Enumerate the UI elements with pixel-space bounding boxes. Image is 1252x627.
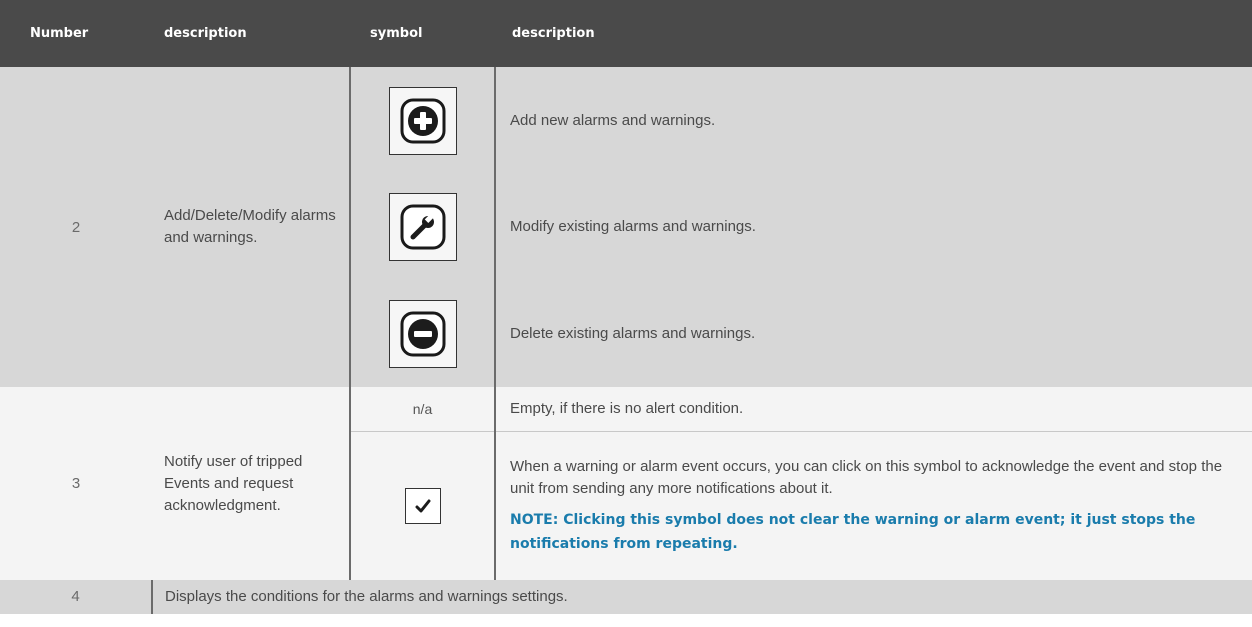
header-symbol-description: description [495, 0, 1252, 67]
table-row: 3 Notify user of tripped Events and requ… [0, 387, 1252, 580]
header-symbol: symbol [350, 0, 495, 67]
note-text: NOTE: Clicking this symbol does not clea… [510, 511, 1196, 552]
table-row: 2 Add/Delete/Modify alarms and warnings.… [0, 67, 1252, 387]
symbol-description: Modify existing alarms and warnings. [495, 174, 1252, 280]
symbol-description: Empty, if there is no alert condition. [495, 387, 1252, 431]
header-description: description [152, 0, 350, 67]
row-description: Notify user of tripped Events and reques… [152, 387, 350, 580]
table-header-row: Number description symbol description [0, 0, 1252, 67]
wrench-icon [388, 193, 457, 261]
symbol-description: Delete existing alarms and warnings. [495, 280, 1252, 387]
row-number: 4 [0, 580, 152, 614]
row-description: Displays the conditions for the alarms a… [151, 580, 1252, 614]
symbol-description: Add new alarms and warnings. [495, 67, 1252, 174]
symbol-cell [349, 67, 496, 174]
symbol-reference-table: Number description symbol description 2 … [0, 0, 1252, 614]
row-number: 3 [0, 387, 152, 580]
acknowledge-description: When a warning or alarm event occurs, yo… [510, 457, 1223, 497]
header-number: Number [0, 0, 152, 67]
minus-icon [388, 299, 457, 368]
checkmark-icon[interactable] [404, 487, 441, 524]
symbol-description-cell: When a warning or alarm event occurs, yo… [495, 430, 1252, 580]
row-description: Add/Delete/Modify alarms and warnings. [152, 67, 350, 387]
symbol-cell [349, 174, 496, 280]
symbol-cell [349, 280, 496, 387]
table-row: 4 Displays the conditions for the alarms… [0, 580, 1252, 614]
add-icon [388, 86, 457, 155]
symbol-cell [349, 430, 496, 580]
row-number: 2 [0, 67, 152, 387]
symbol-na: n/a [349, 387, 496, 431]
